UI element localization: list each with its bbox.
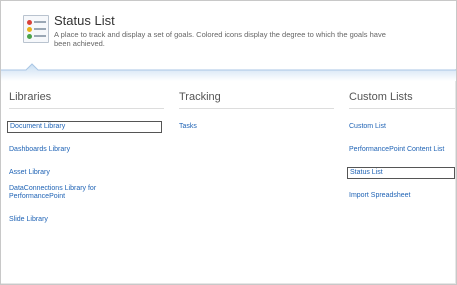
performancepoint-content-list-link[interactable]: PerformancePoint Content List <box>349 145 444 155</box>
slide-library-link[interactable]: Slide Library <box>9 215 48 225</box>
dashboards-library-link[interactable]: Dashboards Library <box>9 145 70 155</box>
tasks-link[interactable]: Tasks <box>179 122 197 132</box>
tracking-heading: Tracking <box>179 91 221 103</box>
template-header: Status List A place to track and display… <box>1 1 456 69</box>
status-list-link[interactable]: Status List <box>347 167 455 179</box>
document-library-link[interactable]: Document Library <box>7 121 162 133</box>
tracking-list: Tasks <box>179 115 197 138</box>
import-spreadsheet-link[interactable]: Import Spreadsheet <box>349 191 410 201</box>
libraries-column: Libraries Document Library Dashboards Li… <box>7 91 164 223</box>
libraries-heading: Libraries <box>9 91 52 103</box>
template-title: Status List <box>54 13 115 28</box>
custom-lists-heading: Custom Lists <box>349 91 413 103</box>
tracking-rule <box>179 108 334 109</box>
custom-lists-rule <box>349 108 455 109</box>
header-divider <box>1 63 456 81</box>
dialog-frame: Status List A place to track and display… <box>0 0 457 285</box>
asset-library-link[interactable]: Asset Library <box>9 168 50 178</box>
custom-list-link[interactable]: Custom List <box>349 122 386 132</box>
libraries-list: Document Library Dashboards Library Asse… <box>7 115 162 231</box>
tracking-column: Tracking Tasks <box>179 91 334 130</box>
custom-lists-list: Custom List PerformancePoint Content Lis… <box>347 115 455 207</box>
dataconnections-library-link[interactable]: DataConnections Library for PerformanceP… <box>9 184 119 202</box>
template-description: A place to track and display a set of go… <box>54 30 386 48</box>
libraries-rule <box>9 108 164 109</box>
custom-lists-column: Custom Lists Custom List PerformancePoin… <box>347 91 455 199</box>
status-list-icon <box>23 15 49 43</box>
